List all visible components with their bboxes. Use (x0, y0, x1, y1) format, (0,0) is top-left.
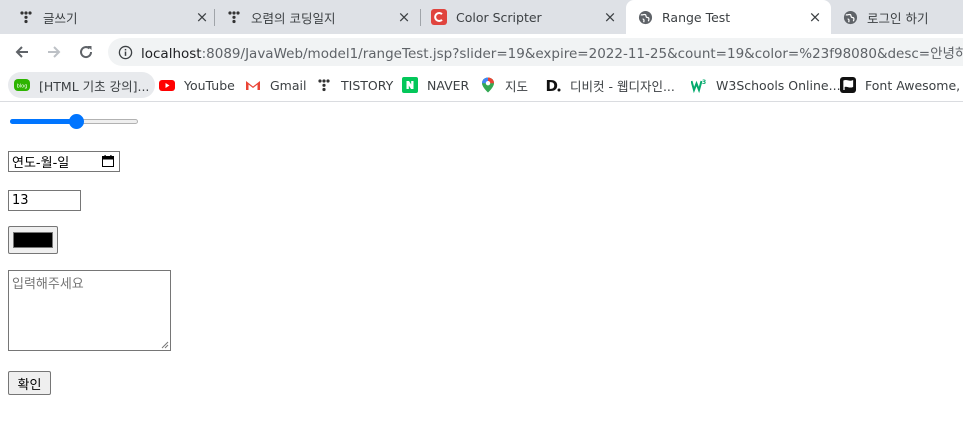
bookmark-label: Gmail (270, 77, 307, 93)
bookmark-naver[interactable]: NAVER (402, 72, 469, 98)
range-slider[interactable] (10, 114, 138, 129)
tab-title: 로그인 하기 (867, 10, 929, 26)
bookmark-label: 디비컷 - 웹디자인... (570, 78, 675, 94)
tab-color-scripter[interactable]: Color Scripter × (431, 0, 618, 34)
tab-title: 오렴의 코딩일지 (251, 10, 336, 26)
desc-placeholder: 입력해주세요 (12, 277, 84, 292)
tistory-dots-icon (18, 9, 34, 25)
reload-button[interactable] (72, 38, 100, 66)
maps-pin-icon (480, 77, 496, 93)
bookmark-tistory[interactable]: TISTORY (316, 72, 393, 98)
gmail-icon (245, 77, 261, 93)
close-icon[interactable]: × (194, 8, 210, 26)
calendar-icon[interactable] (102, 155, 114, 167)
address-bar[interactable]: localhost:8089/JavaWeb/model1/rangeTest.… (108, 38, 963, 66)
tab-login[interactable]: 로그인 하기 (842, 0, 963, 34)
globe-icon (637, 9, 653, 25)
reload-icon (80, 46, 93, 59)
tab-coding-log[interactable]: 오렴의 코딩일지 × (226, 0, 412, 34)
count-input[interactable]: 13 (8, 190, 81, 211)
tistory-dots-icon (316, 77, 332, 93)
slider-thumb[interactable] (68, 114, 84, 129)
color-swatch (13, 232, 53, 248)
date-placeholder: 연도-월-일 (12, 156, 70, 171)
count-value: 13 (12, 193, 29, 208)
slider-fill (10, 119, 77, 124)
svg-text:3: 3 (702, 79, 706, 86)
submit-label: 확인 (17, 377, 42, 393)
color-picker[interactable] (8, 226, 58, 254)
bookmark-gmail[interactable]: Gmail (245, 72, 306, 98)
bookmark-label: [HTML 기초 강의]... (39, 78, 150, 94)
back-button[interactable] (8, 38, 36, 66)
close-icon[interactable]: × (602, 8, 618, 26)
blog-icon: blog (14, 77, 30, 93)
expire-date-input[interactable]: 연도-월-일 (8, 151, 120, 172)
browser-toolbar: localhost:8089/JavaWeb/model1/rangeTest.… (0, 34, 963, 70)
resize-grip-icon[interactable] (161, 341, 169, 349)
bookmarks-bar: blog [HTML 기초 강의]... YouTube Gmail TISTO… (0, 70, 963, 102)
svg-text:D: D (546, 77, 558, 93)
tab-title: Color Scripter (456, 9, 542, 25)
submit-button[interactable]: 확인 (8, 371, 51, 395)
bookmark-label: TISTORY (341, 77, 394, 93)
svg-text:blog: blog (17, 84, 28, 90)
youtube-icon (159, 77, 175, 93)
bookmark-label: NAVER (427, 77, 470, 93)
forward-button[interactable] (40, 38, 68, 66)
desc-textarea[interactable]: 입력해주세요 (8, 270, 171, 351)
tistory-dots-icon (226, 9, 242, 25)
globe-icon (842, 9, 858, 25)
url-text: localhost:8089/JavaWeb/model1/rangeTest.… (141, 42, 963, 62)
back-arrow-icon (15, 46, 28, 58)
tab-write[interactable]: 글쓰기 × (18, 0, 210, 34)
bookmark-label: 지도 (505, 78, 529, 94)
page-content: 연도-월-일 13 입력해주세요 확인 (0, 103, 963, 429)
bookmark-maps[interactable]: 지도 (480, 72, 528, 98)
bookmark-youtube[interactable]: YouTube (159, 72, 235, 98)
tab-divider (420, 9, 421, 26)
dbcut-icon: D (545, 77, 561, 93)
color-scripter-icon (431, 9, 447, 25)
bookmark-label: Font Awesome, th (865, 77, 963, 93)
close-icon[interactable]: × (396, 8, 412, 26)
close-icon[interactable]: × (807, 8, 823, 26)
bookmark-html-lecture[interactable]: blog [HTML 기초 강의]... (8, 72, 156, 98)
tab-divider (214, 9, 215, 26)
url-host: localhost (141, 46, 202, 62)
naver-icon (402, 77, 418, 93)
tab-title: 글쓰기 (43, 10, 78, 26)
w3schools-icon: 3 (691, 77, 707, 93)
info-icon[interactable] (118, 44, 133, 60)
bookmark-dbcut[interactable]: D 디비컷 - 웹디자인... (545, 72, 675, 98)
tab-strip: 글쓰기 × 오렴의 코딩일지 × Color Scripter × Range … (0, 0, 963, 34)
forward-arrow-icon (48, 46, 61, 58)
tab-range-test[interactable]: Range Test × (626, 0, 831, 34)
url-path: :8089/JavaWeb/model1/rangeTest.jsp?slide… (201, 46, 963, 62)
tab-title: Range Test (662, 9, 731, 25)
bookmark-w3schools[interactable]: 3 W3Schools Online... (691, 72, 841, 98)
bookmark-label: W3Schools Online... (716, 77, 841, 93)
bookmark-label: YouTube (184, 77, 235, 93)
font-awesome-flag-icon (840, 77, 856, 93)
bookmark-font-awesome[interactable]: Font Awesome, th (840, 72, 963, 98)
